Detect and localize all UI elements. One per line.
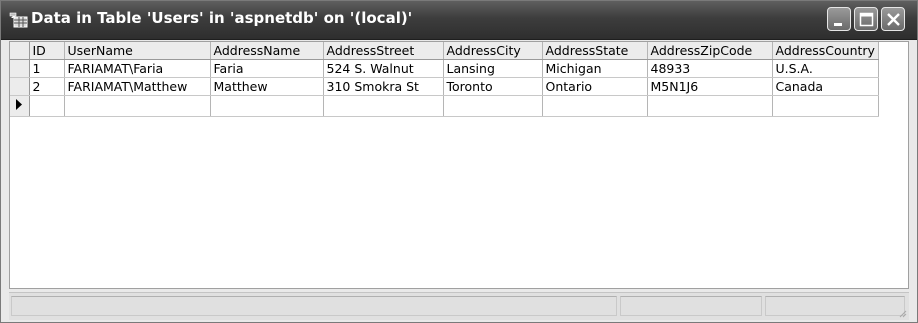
data-table: ID UserName AddressName AddressStreet Ad… bbox=[10, 42, 879, 117]
table-cell[interactable]: Toronto bbox=[443, 77, 543, 96]
column-header-addressstate[interactable]: AddressState bbox=[542, 42, 648, 60]
window-title: Data in Table 'Users' in 'aspnetdb' on '… bbox=[31, 9, 413, 27]
title-bar[interactable]: Data in Table 'Users' in 'aspnetdb' on '… bbox=[1, 1, 917, 40]
table-cell[interactable]: FARIAMAT\Matthew bbox=[64, 77, 211, 96]
table-icon bbox=[9, 12, 28, 28]
resize-grip-icon[interactable] bbox=[897, 308, 907, 318]
row-selector-header[interactable] bbox=[10, 42, 30, 60]
column-header-username[interactable]: UserName bbox=[64, 42, 211, 60]
row-selector[interactable] bbox=[10, 77, 30, 96]
table-cell[interactable]: 1 bbox=[29, 59, 65, 78]
status-bar bbox=[9, 292, 909, 320]
column-header-addresscountry[interactable]: AddressCountry bbox=[772, 42, 879, 60]
row-selector-current[interactable] bbox=[10, 95, 30, 117]
close-icon bbox=[887, 13, 900, 26]
table-cell[interactable]: 48933 bbox=[647, 59, 773, 78]
status-pane-main bbox=[11, 296, 617, 316]
new-row[interactable] bbox=[10, 95, 879, 117]
row-selector[interactable] bbox=[10, 59, 30, 78]
table-cell[interactable]: 524 S. Walnut bbox=[323, 59, 444, 78]
status-pane-2 bbox=[620, 296, 762, 316]
table-cell-empty[interactable] bbox=[29, 95, 65, 117]
table-cell[interactable]: Matthew bbox=[210, 77, 324, 96]
header-row: ID UserName AddressName AddressStreet Ad… bbox=[10, 42, 879, 60]
table-cell-empty[interactable] bbox=[443, 95, 543, 117]
table-row[interactable]: 1 FARIAMAT\Faria Faria 524 S. Walnut Lan… bbox=[10, 59, 879, 78]
table-cell-empty[interactable] bbox=[772, 95, 879, 117]
minimize-button[interactable] bbox=[827, 7, 851, 31]
table-cell[interactable]: 2 bbox=[29, 77, 65, 96]
table-cell[interactable]: 310 Smokra St bbox=[323, 77, 444, 96]
table-cell[interactable]: Michigan bbox=[542, 59, 648, 78]
table-cell[interactable]: Lansing bbox=[443, 59, 543, 78]
table-cell[interactable]: Faria bbox=[210, 59, 324, 78]
maximize-button[interactable] bbox=[854, 7, 878, 31]
table-cell-empty[interactable] bbox=[64, 95, 211, 117]
column-header-addressname[interactable]: AddressName bbox=[210, 42, 324, 60]
table-cell[interactable]: U.S.A. bbox=[772, 59, 879, 78]
table-cell-empty[interactable] bbox=[542, 95, 648, 117]
column-header-addressstreet[interactable]: AddressStreet bbox=[323, 42, 444, 60]
table-row[interactable]: 2 FARIAMAT\Matthew Matthew 310 Smokra St… bbox=[10, 77, 879, 96]
arrow-right-icon bbox=[16, 99, 22, 110]
close-button[interactable] bbox=[881, 7, 905, 31]
table-cell-empty[interactable] bbox=[647, 95, 773, 117]
maximize-icon bbox=[859, 12, 874, 27]
results-grid[interactable]: ID UserName AddressName AddressStreet Ad… bbox=[9, 41, 909, 289]
query-results-window: Data in Table 'Users' in 'aspnetdb' on '… bbox=[0, 0, 918, 323]
column-header-addresszipcode[interactable]: AddressZipCode bbox=[647, 42, 773, 60]
table-cell[interactable]: Canada bbox=[772, 77, 879, 96]
table-cell-empty[interactable] bbox=[323, 95, 444, 117]
table-cell-empty[interactable] bbox=[210, 95, 324, 117]
table-cell[interactable]: FARIAMAT\Faria bbox=[64, 59, 211, 78]
table-cell[interactable]: M5N1J6 bbox=[647, 77, 773, 96]
minimize-icon bbox=[834, 23, 842, 26]
status-pane-3 bbox=[765, 296, 905, 316]
column-header-id[interactable]: ID bbox=[29, 42, 65, 60]
table-cell[interactable]: Ontario bbox=[542, 77, 648, 96]
column-header-addresscity[interactable]: AddressCity bbox=[443, 42, 543, 60]
